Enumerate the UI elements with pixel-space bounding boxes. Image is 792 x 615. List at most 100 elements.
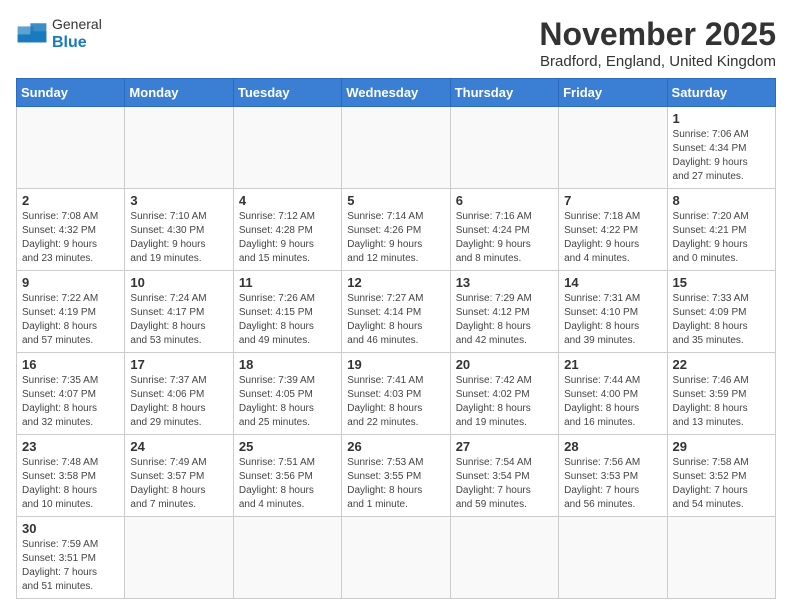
calendar-cell: 13 Sunrise: 7:29 AM Sunset: 4:12 PM Dayli… [450, 271, 558, 353]
calendar-week-5: 23 Sunrise: 7:48 AM Sunset: 3:58 PM Dayli… [17, 435, 776, 517]
calendar-week-2: 2Sunrise: 7:08 AM Sunset: 4:32 PM Daylig… [17, 189, 776, 271]
day-number: 28 [564, 439, 661, 454]
calendar-week-6: 30 Sunrise: 7:59 AM Sunset: 3:51 PM Dayli… [17, 517, 776, 599]
calendar-cell [17, 107, 125, 189]
day-number: 27 [456, 439, 553, 454]
location: Bradford, England, United Kingdom [539, 53, 776, 70]
day-info: Sunrise: 7:26 AM Sunset: 4:15 PM Dayligh… [239, 292, 336, 348]
calendar-cell: 9 Sunrise: 7:22 AM Sunset: 4:19 PM Daylig… [17, 271, 125, 353]
calendar-cell [233, 517, 341, 599]
day-info: Sunrise: 7:08 AM Sunset: 4:32 PM Dayligh… [22, 210, 119, 266]
logo-text: General Blue [52, 16, 102, 52]
calendar-cell: 14Sunrise: 7:31 AM Sunset: 4:10 PM Dayli… [559, 271, 667, 353]
day-number: 16 [22, 357, 119, 372]
weekday-header-thursday: Thursday [450, 79, 558, 107]
day-number: 21 [564, 357, 661, 372]
calendar-cell: 6Sunrise: 7:16 AM Sunset: 4:24 PM Daylig… [450, 189, 558, 271]
calendar-cell: 26Sunrise: 7:53 AM Sunset: 3:55 PM Dayli… [342, 435, 450, 517]
day-info: Sunrise: 7:42 AM Sunset: 4:02 PM Dayligh… [456, 374, 553, 430]
day-info: Sunrise: 7:37 AM Sunset: 4:06 PM Dayligh… [130, 374, 227, 430]
calendar-cell: 28 Sunrise: 7:56 AM Sunset: 3:53 PM Dayli… [559, 435, 667, 517]
day-number: 17 [130, 357, 227, 372]
month-title: November 2025 [539, 16, 776, 53]
day-number: 11 [239, 275, 336, 290]
calendar-table: SundayMondayTuesdayWednesdayThursdayFrid… [16, 78, 776, 599]
weekday-header-saturday: Saturday [667, 79, 775, 107]
calendar-cell [342, 107, 450, 189]
title-area: November 2025 Bradford, England, United … [539, 16, 776, 70]
calendar-cell: 27 Sunrise: 7:54 AM Sunset: 3:54 PM Dayli… [450, 435, 558, 517]
day-number: 14 [564, 275, 661, 290]
day-info: Sunrise: 7:56 AM Sunset: 3:53 PM Dayligh… [564, 456, 661, 512]
calendar-cell: 10 Sunrise: 7:24 AM Sunset: 4:17 PM Dayli… [125, 271, 233, 353]
weekday-header-row: SundayMondayTuesdayWednesdayThursdayFrid… [17, 79, 776, 107]
day-info: Sunrise: 7:29 AM Sunset: 4:12 PM Dayligh… [456, 292, 553, 348]
weekday-header-sunday: Sunday [17, 79, 125, 107]
day-number: 24 [130, 439, 227, 454]
logo-icon [16, 20, 48, 48]
day-info: Sunrise: 7:41 AM Sunset: 4:03 PM Dayligh… [347, 374, 444, 430]
calendar-cell [342, 517, 450, 599]
calendar-cell: 15 Sunrise: 7:33 AM Sunset: 4:09 PM Dayli… [667, 271, 775, 353]
day-info: Sunrise: 7:10 AM Sunset: 4:30 PM Dayligh… [130, 210, 227, 266]
day-number: 4 [239, 193, 336, 208]
calendar-cell: 25 Sunrise: 7:51 AM Sunset: 3:56 PM Dayli… [233, 435, 341, 517]
calendar-week-1: 1Sunrise: 7:06 AM Sunset: 4:34 PM Daylig… [17, 107, 776, 189]
day-number: 30 [22, 521, 119, 536]
calendar-cell [125, 107, 233, 189]
day-number: 25 [239, 439, 336, 454]
day-number: 23 [22, 439, 119, 454]
day-number: 10 [130, 275, 227, 290]
calendar-cell [450, 517, 558, 599]
day-info: Sunrise: 7:59 AM Sunset: 3:51 PM Dayligh… [22, 538, 119, 594]
day-info: Sunrise: 7:24 AM Sunset: 4:17 PM Dayligh… [130, 292, 227, 348]
weekday-header-friday: Friday [559, 79, 667, 107]
day-info: Sunrise: 7:58 AM Sunset: 3:52 PM Dayligh… [673, 456, 770, 512]
page-header: General Blue November 2025 Bradford, Eng… [16, 16, 776, 70]
weekday-header-monday: Monday [125, 79, 233, 107]
calendar-week-4: 16 Sunrise: 7:35 AM Sunset: 4:07 PM Dayli… [17, 353, 776, 435]
day-info: Sunrise: 7:53 AM Sunset: 3:55 PM Dayligh… [347, 456, 444, 512]
calendar-cell: 21Sunrise: 7:44 AM Sunset: 4:00 PM Dayli… [559, 353, 667, 435]
day-info: Sunrise: 7:39 AM Sunset: 4:05 PM Dayligh… [239, 374, 336, 430]
day-number: 12 [347, 275, 444, 290]
day-info: Sunrise: 7:35 AM Sunset: 4:07 PM Dayligh… [22, 374, 119, 430]
day-number: 19 [347, 357, 444, 372]
day-number: 3 [130, 193, 227, 208]
day-number: 9 [22, 275, 119, 290]
day-info: Sunrise: 7:54 AM Sunset: 3:54 PM Dayligh… [456, 456, 553, 512]
weekday-header-wednesday: Wednesday [342, 79, 450, 107]
day-number: 13 [456, 275, 553, 290]
calendar-cell: 1Sunrise: 7:06 AM Sunset: 4:34 PM Daylig… [667, 107, 775, 189]
calendar-cell: 18Sunrise: 7:39 AM Sunset: 4:05 PM Dayli… [233, 353, 341, 435]
day-info: Sunrise: 7:33 AM Sunset: 4:09 PM Dayligh… [673, 292, 770, 348]
calendar-body: 1Sunrise: 7:06 AM Sunset: 4:34 PM Daylig… [17, 107, 776, 599]
day-info: Sunrise: 7:22 AM Sunset: 4:19 PM Dayligh… [22, 292, 119, 348]
calendar-cell: 16 Sunrise: 7:35 AM Sunset: 4:07 PM Dayli… [17, 353, 125, 435]
calendar-cell: 7Sunrise: 7:18 AM Sunset: 4:22 PM Daylig… [559, 189, 667, 271]
day-info: Sunrise: 7:18 AM Sunset: 4:22 PM Dayligh… [564, 210, 661, 266]
calendar-cell: 3 Sunrise: 7:10 AM Sunset: 4:30 PM Daylig… [125, 189, 233, 271]
day-info: Sunrise: 7:46 AM Sunset: 3:59 PM Dayligh… [673, 374, 770, 430]
day-info: Sunrise: 7:49 AM Sunset: 3:57 PM Dayligh… [130, 456, 227, 512]
day-info: Sunrise: 7:16 AM Sunset: 4:24 PM Dayligh… [456, 210, 553, 266]
day-info: Sunrise: 7:06 AM Sunset: 4:34 PM Dayligh… [673, 128, 770, 184]
calendar-cell [559, 517, 667, 599]
weekday-header-tuesday: Tuesday [233, 79, 341, 107]
calendar-cell: 11 Sunrise: 7:26 AM Sunset: 4:15 PM Dayli… [233, 271, 341, 353]
day-number: 22 [673, 357, 770, 372]
calendar-cell [233, 107, 341, 189]
calendar-cell: 20Sunrise: 7:42 AM Sunset: 4:02 PM Dayli… [450, 353, 558, 435]
calendar-cell [667, 517, 775, 599]
day-number: 15 [673, 275, 770, 290]
day-number: 8 [673, 193, 770, 208]
day-number: 5 [347, 193, 444, 208]
calendar-cell: 12Sunrise: 7:27 AM Sunset: 4:14 PM Dayli… [342, 271, 450, 353]
calendar-cell [450, 107, 558, 189]
calendar-cell: 2Sunrise: 7:08 AM Sunset: 4:32 PM Daylig… [17, 189, 125, 271]
calendar-cell: 19 Sunrise: 7:41 AM Sunset: 4:03 PM Dayli… [342, 353, 450, 435]
calendar-cell: 24 Sunrise: 7:49 AM Sunset: 3:57 PM Dayli… [125, 435, 233, 517]
day-info: Sunrise: 7:51 AM Sunset: 3:56 PM Dayligh… [239, 456, 336, 512]
day-info: Sunrise: 7:48 AM Sunset: 3:58 PM Dayligh… [22, 456, 119, 512]
calendar-cell: 4Sunrise: 7:12 AM Sunset: 4:28 PM Daylig… [233, 189, 341, 271]
